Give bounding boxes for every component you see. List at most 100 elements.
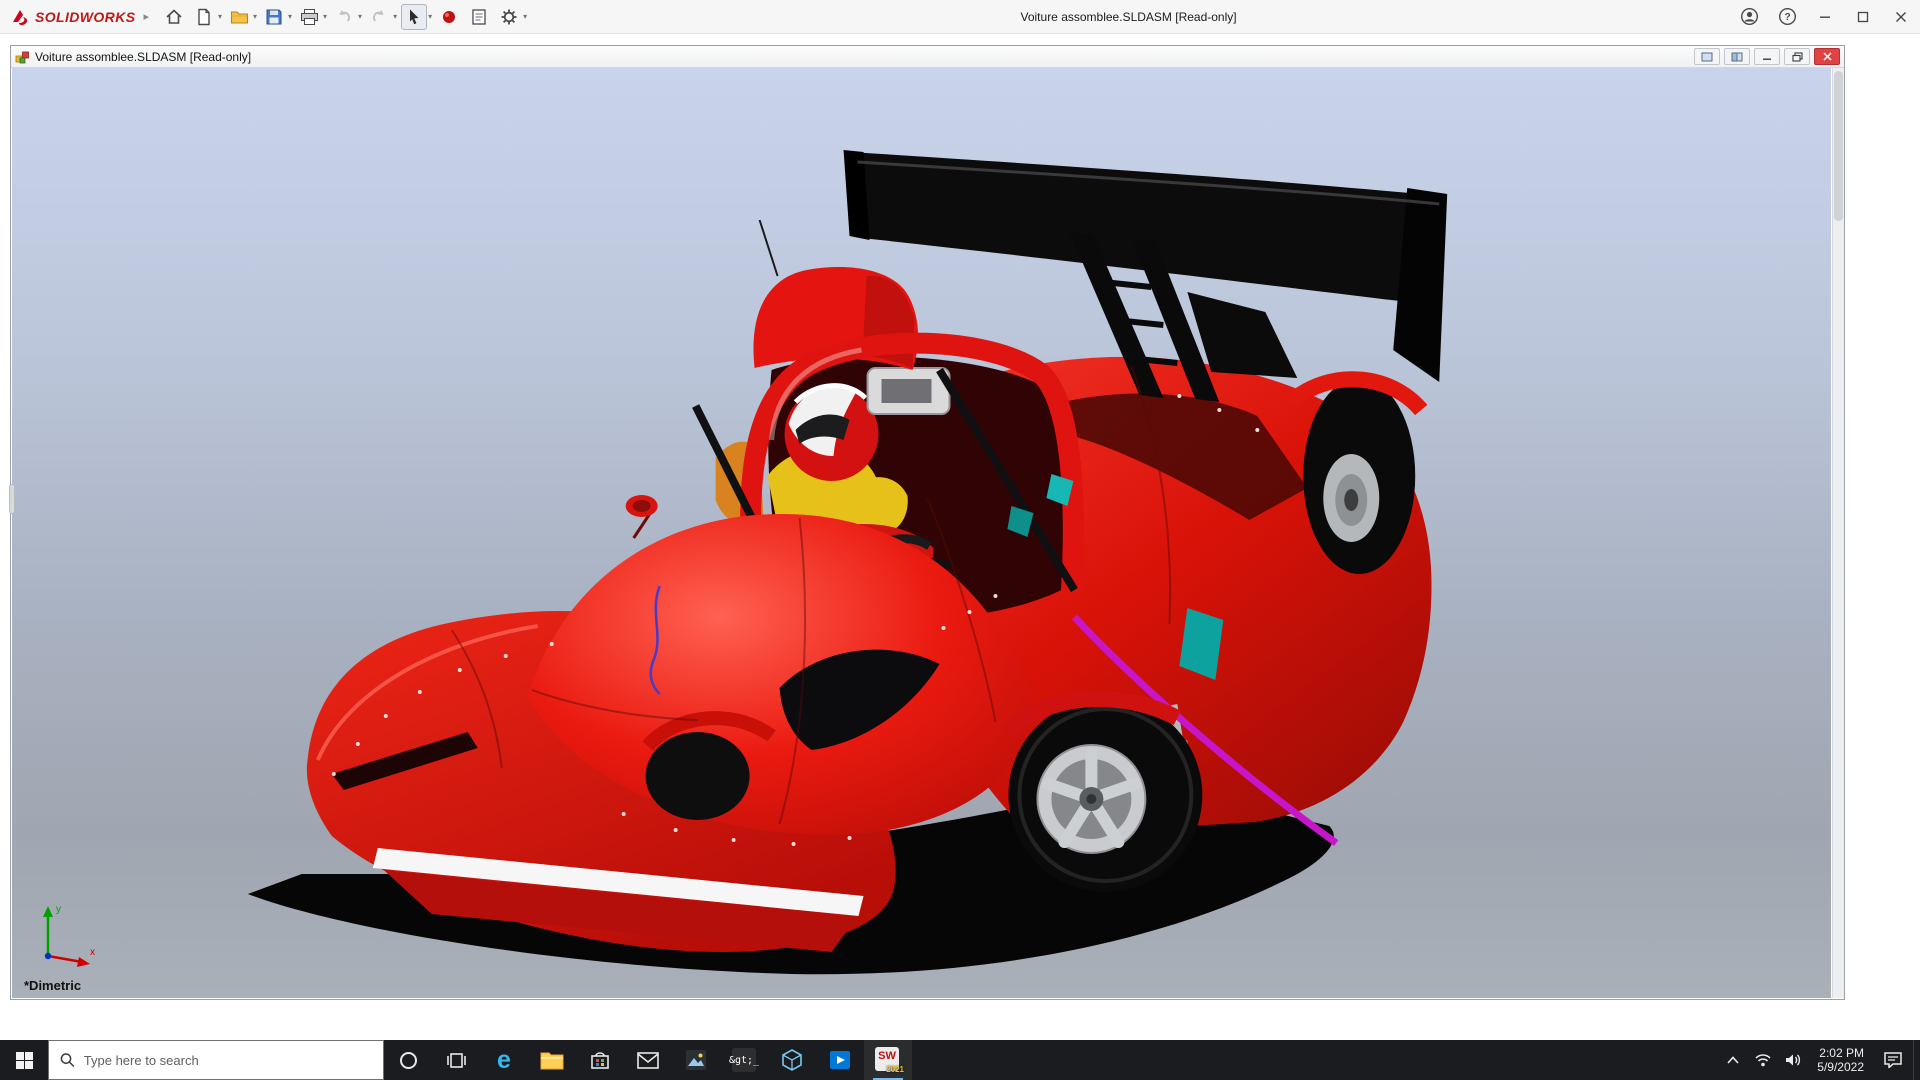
close-icon (1896, 11, 1906, 22)
search-input[interactable] (83, 1052, 372, 1068)
solidworks-logo: SOLIDWORKS (0, 7, 141, 27)
car-model[interactable] (12, 68, 1831, 998)
mail-icon (637, 1051, 659, 1069)
help-icon: ? (1778, 7, 1796, 26)
select-tool-dropdown[interactable]: ▾ (428, 12, 432, 21)
taskbar-app-movies-tv[interactable] (816, 1040, 864, 1080)
taskbar-app-command-prompt[interactable]: &gt;_ (720, 1040, 768, 1080)
redo-dropdown[interactable]: ▾ (393, 12, 397, 21)
assembly-document-icon (15, 51, 29, 64)
taskbar-app-edge[interactable]: e (480, 1040, 528, 1080)
start-button[interactable] (0, 1040, 48, 1080)
undo-dropdown[interactable]: ▾ (358, 12, 362, 21)
cortana-icon (399, 1051, 417, 1069)
graphics-area[interactable]: y x *Dimetric (12, 68, 1831, 998)
document-titlebar[interactable]: Voiture assomblee.SLDASM [Read-only] (11, 46, 1844, 68)
speaker-icon (1785, 1054, 1800, 1066)
cortana-button[interactable] (384, 1040, 432, 1080)
app-maximize-button[interactable] (1844, 0, 1882, 33)
clock-time: 2:02 PM (1819, 1046, 1864, 1060)
panel-splitter-handle[interactable] (9, 484, 15, 515)
open-dropdown[interactable]: ▾ (253, 12, 257, 21)
redo-icon (373, 9, 384, 22)
options-button[interactable] (496, 4, 522, 30)
task-view-button[interactable] (432, 1040, 480, 1080)
doc-pane-button-2[interactable] (1724, 48, 1750, 65)
triad-x-label: x (90, 947, 95, 958)
file-explorer-icon (540, 1052, 564, 1070)
taskbar-app-mail[interactable] (624, 1040, 672, 1080)
toolbar-expand-arrow[interactable]: ▸ (143, 10, 149, 23)
minimize-icon (1763, 58, 1771, 60)
close-icon (1822, 52, 1832, 61)
taskbar-app-photos[interactable] (672, 1040, 720, 1080)
print-button[interactable] (296, 4, 322, 30)
doc-restore-button[interactable] (1784, 48, 1810, 65)
print-dropdown[interactable]: ▾ (323, 12, 327, 21)
save-dropdown[interactable]: ▾ (288, 12, 292, 21)
photos-icon (686, 1050, 706, 1070)
solidworks-app-icon: SW 2021 (875, 1047, 904, 1074)
select-tool-button[interactable] (401, 3, 428, 30)
network-icon (1755, 1054, 1771, 1067)
solidworks-logo-icon (13, 9, 28, 25)
open-button[interactable] (226, 4, 252, 30)
tray-volume-button[interactable] (1778, 1040, 1808, 1080)
undo-button[interactable] (331, 4, 357, 30)
restore-icon (1791, 51, 1803, 62)
solidworks-year-badge: 2021 (886, 1065, 904, 1074)
home-button[interactable] (161, 4, 187, 30)
new-document-icon (198, 8, 210, 25)
tray-overflow-button[interactable] (1718, 1040, 1748, 1080)
save-icon (266, 9, 282, 24)
taskbar-app-3d-viewer[interactable] (768, 1040, 816, 1080)
doc-pane-button-1[interactable] (1694, 48, 1720, 65)
redo-button[interactable] (366, 4, 392, 30)
search-icon (60, 1053, 75, 1067)
user-account-icon (1740, 7, 1758, 26)
doc-close-button[interactable] (1814, 48, 1840, 65)
action-center-icon (1884, 1052, 1902, 1068)
maximize-icon (1857, 11, 1869, 22)
rebuild-button[interactable] (436, 4, 462, 30)
svg-text:?: ? (1784, 12, 1790, 23)
vertical-scrollbar[interactable] (1832, 68, 1844, 998)
new-document-button[interactable] (191, 4, 217, 30)
show-desktop-button[interactable] (1913, 1040, 1920, 1080)
taskbar-app-file-explorer[interactable] (528, 1040, 576, 1080)
file-properties-button[interactable] (466, 4, 492, 30)
window-pane-icon (1731, 52, 1743, 61)
new-document-dropdown[interactable]: ▾ (218, 12, 222, 21)
app-close-button[interactable] (1882, 0, 1920, 33)
task-view-icon (446, 1052, 466, 1068)
app-window-title: Voiture assomblee.SLDASM [Read-only] (1020, 9, 1237, 24)
taskbar-app-solidworks[interactable]: SW 2021 (864, 1040, 912, 1080)
print-icon (300, 8, 318, 25)
open-folder-icon (230, 10, 248, 24)
command-prompt-icon: &gt;_ (729, 1048, 759, 1072)
chevron-up-icon (1727, 1056, 1739, 1064)
document-title: Voiture assomblee.SLDASM [Read-only] (35, 49, 252, 64)
clock-date: 5/9/2022 (1817, 1060, 1864, 1074)
microsoft-store-icon (591, 1052, 609, 1069)
taskbar-clock[interactable]: 2:02 PM 5/9/2022 (1808, 1040, 1873, 1080)
options-gear-icon (501, 9, 517, 24)
triad-y-label: y (56, 904, 61, 915)
save-button[interactable] (261, 4, 287, 30)
undo-icon (339, 9, 351, 22)
select-cursor-icon (410, 9, 419, 24)
account-button[interactable] (1730, 0, 1768, 33)
doc-minimize-button[interactable] (1754, 48, 1780, 65)
taskbar-search[interactable] (48, 1040, 384, 1080)
3d-viewer-icon (782, 1049, 802, 1071)
orientation-triad: y x (43, 904, 95, 967)
app-minimize-button[interactable] (1806, 0, 1844, 33)
app-titlebar: SOLIDWORKS ▸ ▾ ▾ ▾ ▾ ▾ ▾ ▾ ▾ Voiture ass… (0, 0, 1920, 34)
action-center-button[interactable] (1873, 1040, 1913, 1080)
window-pane-icon (1701, 52, 1713, 61)
edge-icon: e (497, 1045, 511, 1074)
taskbar-app-store[interactable] (576, 1040, 624, 1080)
scrollbar-thumb[interactable] (1834, 71, 1843, 221)
help-button[interactable]: ? (1768, 0, 1806, 33)
tray-network-button[interactable] (1748, 1040, 1778, 1080)
